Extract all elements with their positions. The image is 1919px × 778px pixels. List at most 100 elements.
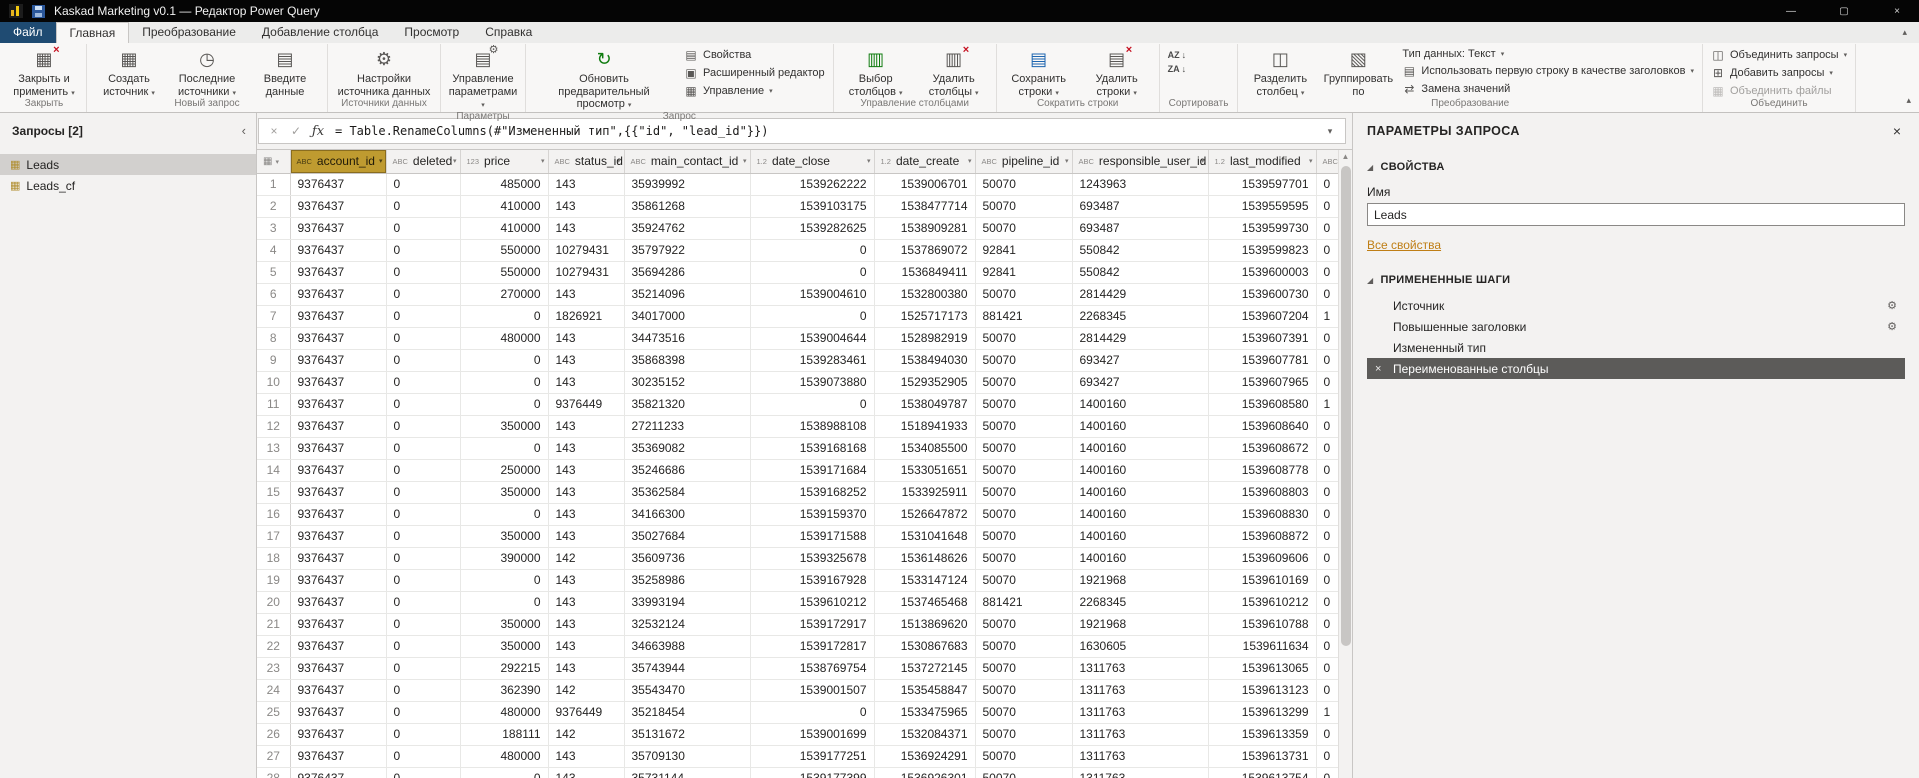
grid-cell[interactable]: 0 xyxy=(1316,327,1338,350)
query-name-input[interactable] xyxy=(1367,203,1905,226)
grid-cell[interactable]: 35797922 xyxy=(624,239,751,262)
grid-cell[interactable]: 1539610169 xyxy=(1208,569,1317,592)
row-number[interactable]: 24 xyxy=(257,679,291,702)
grid-cell[interactable]: 30235152 xyxy=(624,371,751,394)
grid-cell[interactable]: 35924762 xyxy=(624,217,751,240)
grid-cell[interactable]: 1539610212 xyxy=(750,591,875,614)
grid-cell[interactable]: 35861268 xyxy=(624,195,751,218)
grid-cell[interactable]: 0 xyxy=(750,701,875,724)
formula-input[interactable]: = Table.RenameColumns(#"Измененный тип",… xyxy=(329,124,1319,138)
column-header-main_contact_id[interactable]: ▾ ABC main_contact_id xyxy=(624,150,751,174)
grid-cell[interactable]: 1539607965 xyxy=(1208,371,1317,394)
grid-cell[interactable]: 1539608778 xyxy=(1208,459,1317,482)
grid-cell[interactable]: 0 xyxy=(750,305,875,328)
grid-cell[interactable]: 9376437 xyxy=(290,745,387,768)
grid-cell[interactable]: 1243963 xyxy=(1072,173,1209,196)
grid-cell[interactable]: 143 xyxy=(548,613,625,636)
grid-cell[interactable]: 9376437 xyxy=(290,415,387,438)
column-header-pipeline_id[interactable]: ▾ ABC pipeline_id xyxy=(975,150,1073,174)
grid-cell[interactable]: 0 xyxy=(386,261,461,284)
grid-cell[interactable]: 0 xyxy=(1316,459,1338,482)
grid-cell[interactable]: 1539159370 xyxy=(750,503,875,526)
grid-cell[interactable]: 1531041648 xyxy=(874,525,976,548)
grid-cell[interactable]: 0 xyxy=(1316,635,1338,658)
grid-cell[interactable]: 92841 xyxy=(975,261,1073,284)
filter-button[interactable]: ▾ xyxy=(867,151,871,172)
grid-cell[interactable]: 143 xyxy=(548,745,625,768)
grid-cell[interactable]: 0 xyxy=(1316,415,1338,438)
grid-cell[interactable]: 550842 xyxy=(1072,261,1209,284)
grid-cell[interactable]: 9376437 xyxy=(290,217,387,240)
grid-cell[interactable]: 50070 xyxy=(975,481,1073,504)
grid-cell[interactable]: 9376437 xyxy=(290,173,387,196)
grid-cell[interactable]: 0 xyxy=(750,261,875,284)
grid-cell[interactable]: 1539613731 xyxy=(1208,745,1317,768)
grid-cell[interactable]: 410000 xyxy=(460,217,549,240)
query-item-leads[interactable]: ▦ Leads xyxy=(0,154,256,175)
grid-cell[interactable]: 50070 xyxy=(975,745,1073,768)
grid-cell[interactable]: 9376437 xyxy=(290,195,387,218)
grid-cell[interactable]: 35131672 xyxy=(624,723,751,746)
grid-cell[interactable]: 1539167928 xyxy=(750,569,875,592)
grid-cell[interactable]: 1539073880 xyxy=(750,371,875,394)
grid-cell[interactable]: 9376437 xyxy=(290,371,387,394)
row-number[interactable]: 18 xyxy=(257,547,291,570)
grid-cell[interactable]: 50070 xyxy=(975,173,1073,196)
applied-step-changed-type[interactable]: Измененный тип xyxy=(1367,337,1905,358)
grid-cell[interactable]: 1630605 xyxy=(1072,635,1209,658)
scroll-up-icon[interactable]: ▲ xyxy=(1342,150,1350,164)
grid-cell[interactable]: 9376437 xyxy=(290,525,387,548)
grid-cell[interactable]: 1537869072 xyxy=(874,239,976,262)
grid-cell[interactable]: 0 xyxy=(386,305,461,328)
row-number[interactable]: 19 xyxy=(257,569,291,592)
row-number[interactable]: 23 xyxy=(257,657,291,680)
remove-rows-button[interactable]: ▤ × Удалить строки ▾ xyxy=(1078,44,1156,98)
grid-cell[interactable]: 0 xyxy=(460,305,549,328)
grid-cell[interactable]: 142 xyxy=(548,679,625,702)
grid-cell[interactable]: 0 xyxy=(386,173,461,196)
grid-cell[interactable]: 35258986 xyxy=(624,569,751,592)
grid-cell[interactable]: 35543470 xyxy=(624,679,751,702)
grid-cell[interactable]: 0 xyxy=(750,393,875,416)
grid-cell[interactable]: 1539168168 xyxy=(750,437,875,460)
tab-transform[interactable]: Преобразование xyxy=(129,22,249,43)
grid-cell[interactable]: 0 xyxy=(750,239,875,262)
grid-cell[interactable]: 0 xyxy=(1316,195,1338,218)
grid-cell[interactable]: 34017000 xyxy=(624,305,751,328)
column-header-deleted[interactable]: ▾ ABC deleted xyxy=(386,150,461,174)
grid-cell[interactable]: 143 xyxy=(548,327,625,350)
grid-cell[interactable]: 9376437 xyxy=(290,349,387,372)
grid-cell[interactable]: 0 xyxy=(386,547,461,570)
grid-cell[interactable]: 50070 xyxy=(975,371,1073,394)
grid-cell[interactable]: 50070 xyxy=(975,701,1073,724)
row-number[interactable]: 28 xyxy=(257,767,291,778)
grid-cell[interactable]: 0 xyxy=(386,525,461,548)
grid-cell[interactable]: 1539168252 xyxy=(750,481,875,504)
filter-button[interactable]: ▾ xyxy=(1065,151,1069,172)
commit-formula-icon[interactable]: ✓ xyxy=(285,124,307,138)
query-item-leads-cf[interactable]: ▦ Leads_cf xyxy=(0,175,256,196)
grid-cell[interactable]: 1 xyxy=(1316,305,1338,328)
grid-cell[interactable]: 0 xyxy=(1316,767,1338,778)
filter-button[interactable]: ▾ xyxy=(541,151,545,172)
grid-cell[interactable]: 50070 xyxy=(975,503,1073,526)
row-number[interactable]: 14 xyxy=(257,459,291,482)
column-header-last_modified[interactable]: ▾ 1.2 last_modified xyxy=(1208,150,1317,174)
grid-cell[interactable]: 9376437 xyxy=(290,239,387,262)
grid-cell[interactable]: 1538909281 xyxy=(874,217,976,240)
expand-formula-bar-icon[interactable]: ▾ xyxy=(1319,126,1341,137)
grid-cell[interactable]: 143 xyxy=(548,591,625,614)
grid-cell[interactable]: 9376437 xyxy=(290,723,387,746)
grid-cell[interactable]: 50070 xyxy=(975,349,1073,372)
grid-cell[interactable]: 1536926301 xyxy=(874,767,976,778)
grid-cell[interactable]: 1921968 xyxy=(1072,569,1209,592)
row-number[interactable]: 15 xyxy=(257,481,291,504)
grid-cell[interactable]: 143 xyxy=(548,525,625,548)
grid-cell[interactable]: 1536148626 xyxy=(874,547,976,570)
grid-cell[interactable]: 9376437 xyxy=(290,503,387,526)
row-number[interactable]: 3 xyxy=(257,217,291,240)
row-number[interactable]: 1 xyxy=(257,173,291,196)
grid-cell[interactable]: 50070 xyxy=(975,547,1073,570)
grid-cell[interactable]: 35218454 xyxy=(624,701,751,724)
grid-cell[interactable]: 0 xyxy=(1316,283,1338,306)
